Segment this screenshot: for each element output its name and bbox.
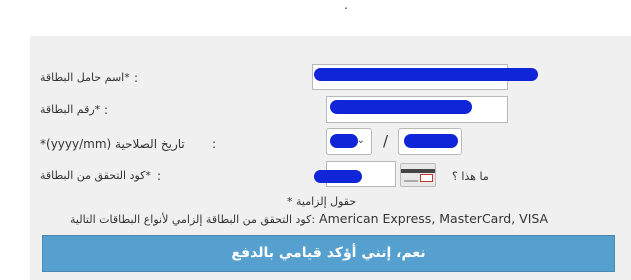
cardholder-name-colon: : (134, 71, 139, 85)
redaction-mark (404, 134, 458, 148)
card-cvv-icon (400, 163, 436, 187)
redaction-mark (330, 134, 358, 148)
expiry-separator: / (383, 132, 389, 150)
top-mark: . (344, 0, 348, 12)
cvv-colon: : (157, 169, 162, 183)
required-fields-note: حقول إلزامية * (287, 195, 357, 208)
card-types-text: American Express, MasterCard, VISA (319, 211, 549, 226)
confirm-payment-button[interactable]: نعم، إنني أؤكد قيامي بالدفع (42, 235, 615, 272)
cvv-requirement-note: كود التحقق من البطاقة إلزامي لأنواع البط… (70, 211, 548, 226)
what-is-this-link[interactable]: ما هذا ؟ (452, 170, 489, 183)
redaction-mark (330, 100, 472, 114)
redaction-mark (314, 170, 362, 183)
redaction-mark (314, 68, 538, 81)
cvv-label: *كود التحقق من البطاقة (40, 169, 151, 182)
cardholder-name-label: *اسم حامل البطاقة (40, 71, 130, 84)
card-number-label: *رقم البطاقة (40, 103, 101, 116)
expiry-label: تاريخ الصلاحية (yyyy/mm)* (40, 137, 185, 151)
cvv-requirement-text: كود التحقق من البطاقة إلزامي لأنواع البط… (70, 213, 316, 226)
expiry-colon: : (212, 137, 217, 151)
card-number-colon: : (104, 103, 109, 117)
